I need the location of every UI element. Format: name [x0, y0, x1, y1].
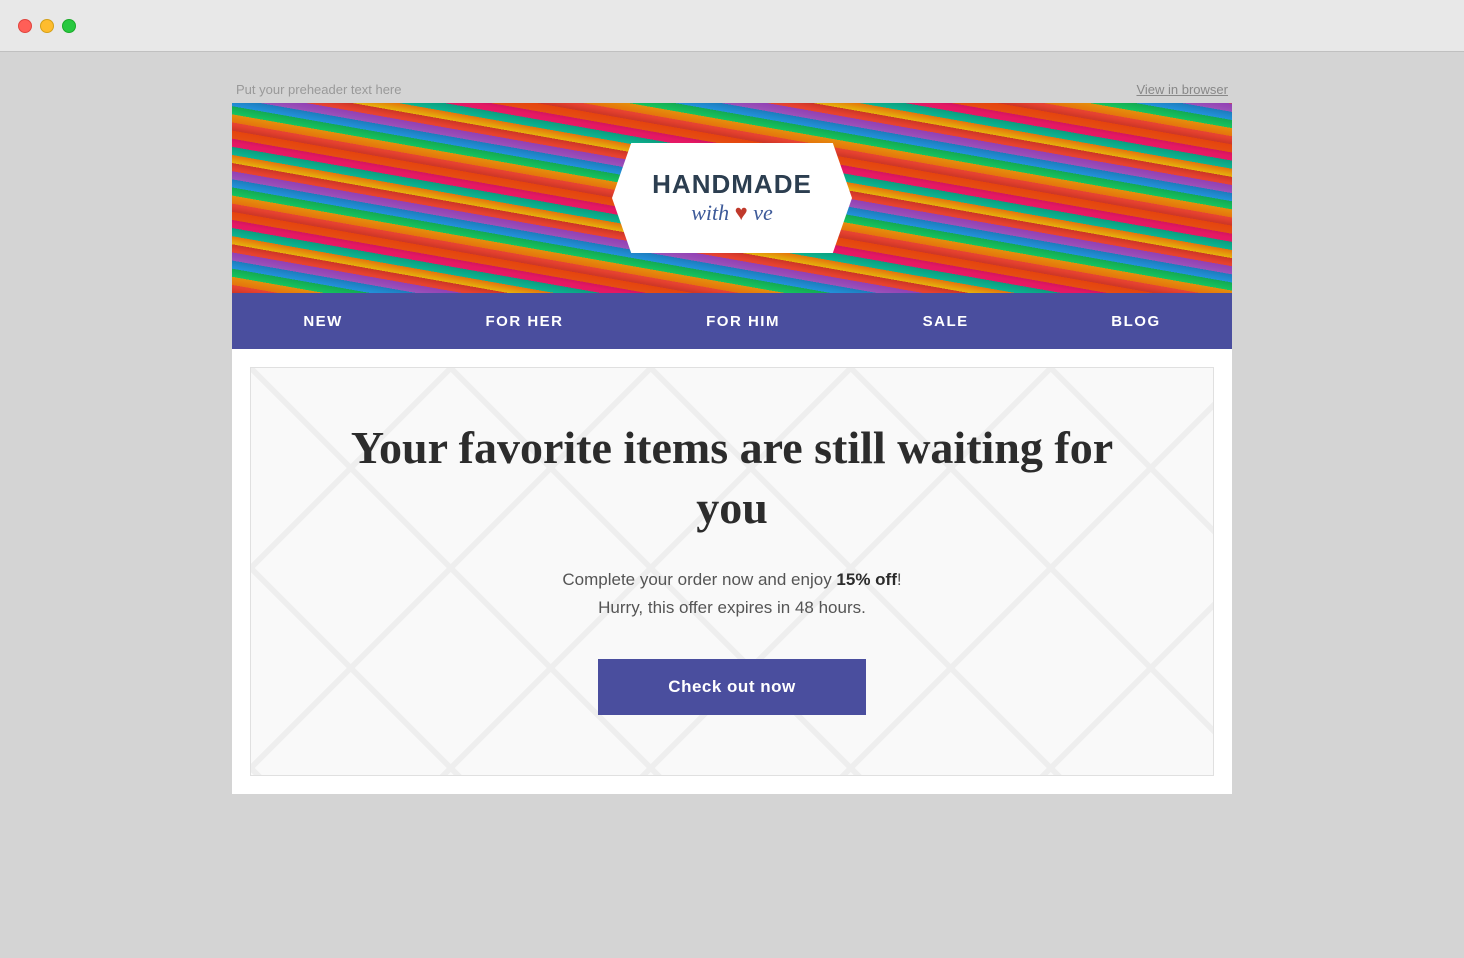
subtext-line2: Hurry, this offer expires in 48 hours. [598, 598, 866, 617]
main-heading: Your favorite items are still waiting fo… [331, 418, 1133, 538]
preheader-text: Put your preheader text here [236, 82, 402, 97]
email-container: HANDMADE with ♥ ve NEW FOR HER FOR HIM S… [232, 103, 1232, 794]
traffic-light-yellow[interactable] [40, 19, 54, 33]
nav-item-for-her[interactable]: FOR HER [461, 295, 587, 348]
subtext-part1: Complete your order now and enjoy [562, 570, 836, 589]
logo-subtitle: with ♥ ve [691, 200, 773, 226]
subtext-bold: 15% off [836, 570, 896, 589]
checkout-button[interactable]: Check out now [598, 659, 865, 715]
logo-with-text: with [691, 200, 729, 225]
logo-title: HANDMADE [652, 170, 812, 199]
subtext-part2: ! [897, 570, 902, 589]
nav-item-blog[interactable]: BLOG [1087, 295, 1184, 348]
nav-bar: NEW FOR HER FOR HIM SALE BLOG [232, 293, 1232, 349]
main-content-block: Your favorite items are still waiting fo… [250, 367, 1214, 776]
logo-heart-icon: ♥ [735, 200, 748, 225]
preheader-bar: Put your preheader text here View in bro… [232, 82, 1232, 97]
nav-item-new[interactable]: NEW [279, 295, 367, 348]
view-in-browser-link[interactable]: View in browser [1136, 82, 1228, 97]
header-image: HANDMADE with ♥ ve [232, 103, 1232, 293]
nav-item-for-him[interactable]: FOR HIM [682, 295, 804, 348]
traffic-light-green[interactable] [62, 19, 76, 33]
main-subtext: Complete your order now and enjoy 15% of… [331, 566, 1133, 624]
nav-item-sale[interactable]: SALE [899, 295, 993, 348]
logo-ve-text: ve [753, 200, 773, 225]
window-chrome [0, 0, 1464, 52]
content-area: Put your preheader text here View in bro… [0, 52, 1464, 824]
traffic-light-red[interactable] [18, 19, 32, 33]
logo-overlay: HANDMADE with ♥ ve [612, 143, 852, 253]
